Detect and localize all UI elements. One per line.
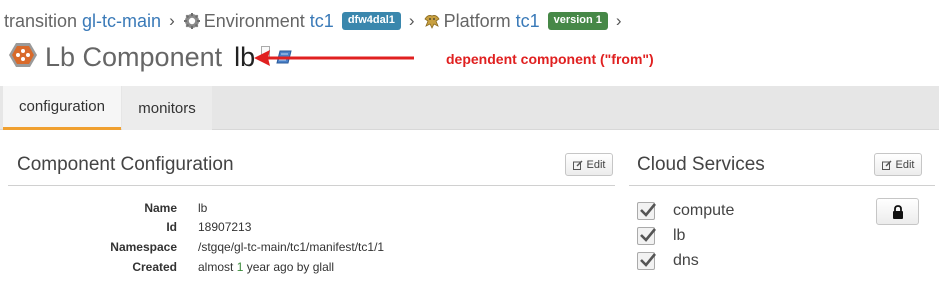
cloud-edit-button[interactable]: Edit: [874, 153, 922, 176]
annotation-arrow-icon: [254, 50, 414, 66]
checkmark-icon: [640, 203, 657, 217]
config-value-created: almost 1 year ago by glall: [198, 260, 335, 274]
service-label-dns: dns: [673, 252, 699, 269]
service-label-compute: compute: [673, 202, 735, 219]
service-item[interactable]: dns: [637, 251, 699, 271]
cloud-services-title: Cloud Services: [637, 154, 765, 175]
service-label-lb: lb: [673, 227, 686, 244]
lb-component-icon: [8, 42, 38, 73]
tab-monitors[interactable]: monitors: [122, 86, 212, 130]
config-edit-button[interactable]: Edit: [565, 153, 613, 176]
breadcrumb-environment: Environment tc1 dfw4dal1: [183, 11, 401, 32]
environment-gear-icon: [183, 12, 201, 30]
breadcrumb-chevron-icon: ›: [408, 11, 415, 30]
breadcrumb-chevron-icon: ›: [169, 11, 175, 30]
breadcrumb-environment-link[interactable]: tc1: [310, 11, 334, 32]
service-checkbox[interactable]: [637, 202, 657, 220]
lock-button[interactable]: [876, 198, 919, 225]
annotation-label: dependent component ("from"): [446, 51, 654, 67]
breadcrumb-platform: Platform tc1 version 1: [423, 11, 608, 32]
config-value-id: 18907213: [198, 220, 252, 234]
component-configuration-title: Component Configuration: [17, 154, 234, 175]
platform-version-badge: version 1: [547, 12, 608, 30]
breadcrumb-assembly-prefix: transition: [4, 10, 78, 31]
config-edit-label: Edit: [586, 158, 606, 171]
config-label-id: Id: [166, 220, 177, 234]
service-item[interactable]: compute: [637, 201, 734, 221]
tab-bar: configuration monitors: [0, 86, 939, 130]
config-value-namespace: /stgqe/gl-tc-main/tc1/manifest/tc1/1: [198, 240, 385, 254]
service-checkbox[interactable]: [637, 252, 657, 270]
breadcrumb-assembly-link[interactable]: gl-tc-main: [82, 11, 161, 32]
edit-icon: [881, 160, 892, 170]
breadcrumb-environment-prefix: Environment: [203, 10, 305, 31]
config-label-name: Name: [144, 201, 177, 215]
config-label-namespace: Namespace: [110, 240, 177, 254]
checkmark-icon: [640, 253, 657, 267]
edit-icon: [572, 160, 583, 170]
cloud-edit-label: Edit: [895, 158, 915, 171]
breadcrumb-platform-link[interactable]: tc1: [516, 11, 540, 32]
breadcrumb: transition gl-tc-main › Environment tc1 …: [4, 9, 630, 33]
environment-cloud-badge: dfw4dal1: [341, 12, 401, 30]
platform-tomcat-icon: [423, 12, 441, 30]
config-label-created: Created: [132, 260, 177, 274]
breadcrumb-assembly: transition gl-tc-main: [4, 11, 161, 32]
lock-icon: [892, 204, 903, 219]
cloud-divider: [629, 185, 935, 186]
tab-configuration[interactable]: configuration: [3, 86, 121, 130]
checkmark-icon: [640, 228, 657, 242]
service-checkbox[interactable]: [637, 227, 657, 245]
service-item[interactable]: lb: [637, 226, 685, 246]
breadcrumb-chevron-icon: ›: [615, 11, 622, 30]
config-value-name: lb: [198, 201, 208, 215]
component-type-title: Lb Component: [45, 41, 223, 72]
config-divider: [8, 185, 615, 186]
breadcrumb-platform-prefix: Platform: [443, 10, 511, 31]
